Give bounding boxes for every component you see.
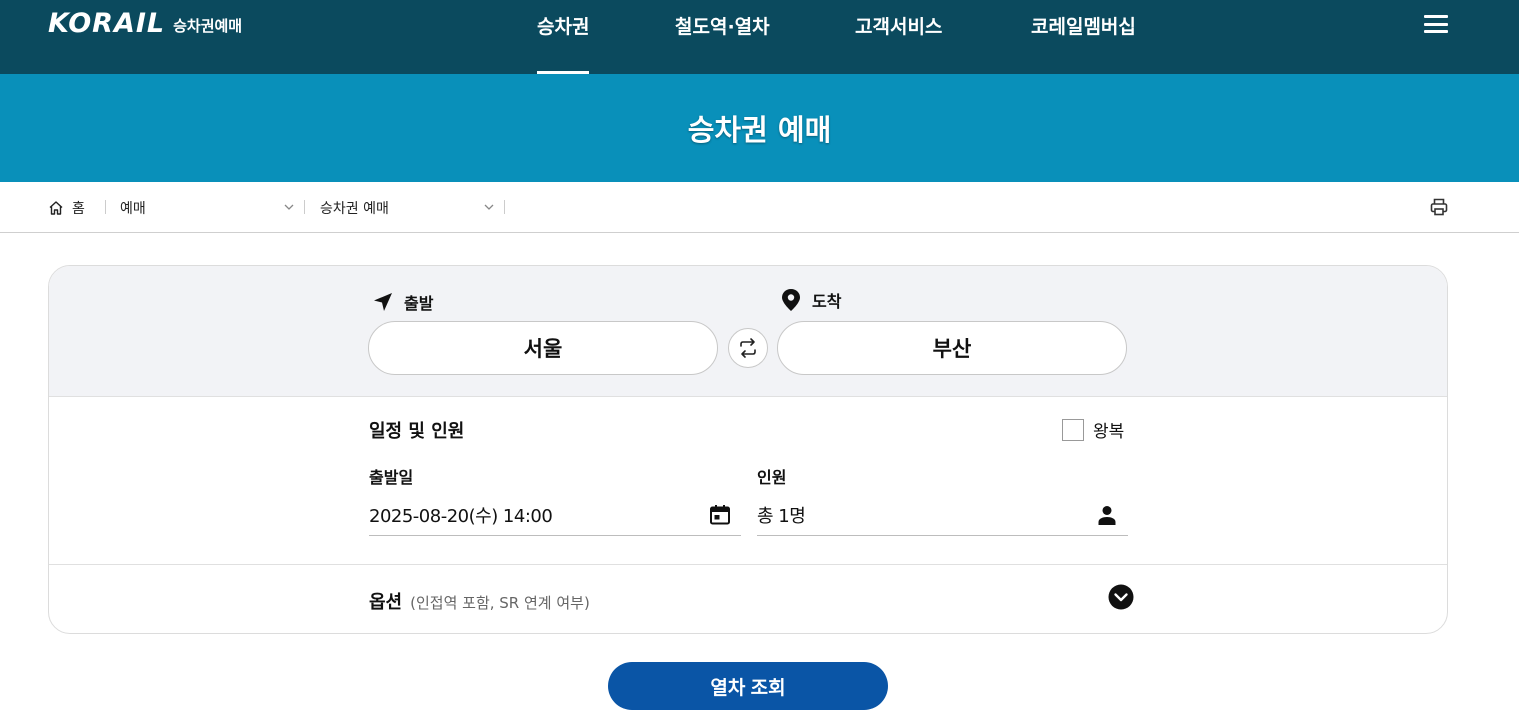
arrival-label: 도착 — [812, 292, 842, 311]
breadcrumb-dropdown-level2[interactable]: 승차권 예매 — [320, 198, 389, 218]
nav-item-membership[interactable]: 코레일멤버십 — [1031, 12, 1136, 39]
options-toggle[interactable]: 옵션 (인접역 포함, SR 연계 여부) — [369, 588, 590, 614]
departure-date-value: 2025-08-20(수) 14:00 — [369, 505, 553, 527]
passenger-value: 총 1명 — [757, 505, 806, 527]
breadcrumb-divider — [504, 200, 505, 214]
arrival-label-group: 도착 — [780, 288, 841, 312]
departure-label: 출발 — [404, 294, 434, 313]
options-label: 옵션 — [369, 592, 403, 613]
page-title-band: 승차권 예매 — [0, 74, 1519, 182]
swap-icon — [740, 338, 756, 358]
nav-item-tickets[interactable]: 승차권 — [537, 12, 590, 74]
ticket-search-card: 출발 서울 도착 부산 일정 및 인원 왕복 출발일 2025-08-20(수)… — [48, 265, 1448, 634]
options-divider — [49, 564, 1447, 565]
navigation-arrow-icon — [374, 293, 392, 311]
home-icon — [49, 201, 63, 215]
hamburger-icon[interactable] — [1424, 15, 1448, 33]
departure-date-field[interactable]: 2025-08-20(수) 14:00 — [369, 494, 741, 536]
search-trains-button[interactable]: 열차 조회 — [608, 662, 888, 710]
route-selection-panel: 출발 서울 도착 부산 — [49, 266, 1447, 397]
location-pin-icon — [782, 289, 800, 311]
departure-label-group: 출발 — [372, 290, 433, 314]
chevron-down-circle-icon[interactable] — [1108, 584, 1134, 610]
breadcrumb-home-label: 홈 — [72, 201, 85, 217]
breadcrumb-divider — [105, 200, 106, 214]
nav-item-stations-trains[interactable]: 철도역·열차 — [675, 12, 770, 39]
roundtrip-toggle[interactable]: 왕복 — [1062, 417, 1124, 442]
roundtrip-label: 왕복 — [1093, 422, 1125, 442]
page-title: 승차권 예매 — [687, 113, 832, 147]
top-navigation-bar: KORAIL 승차권예매 승차권 철도역·열차 고객서비스 코레일멤버십 — [0, 0, 1519, 74]
swap-stations-button[interactable] — [728, 328, 768, 368]
nav-item-customer-service[interactable]: 고객서비스 — [855, 12, 942, 39]
chevron-down-icon[interactable] — [283, 201, 295, 213]
arrival-station-button[interactable]: 부산 — [777, 321, 1127, 375]
schedule-passenger-title: 일정 및 인원 — [369, 421, 465, 442]
chevron-down-icon[interactable] — [483, 201, 495, 213]
breadcrumb-divider — [304, 200, 305, 214]
breadcrumb-dropdown-level1[interactable]: 예매 — [120, 198, 146, 218]
breadcrumb-home[interactable]: 홈 — [48, 198, 85, 218]
departure-station-button[interactable]: 서울 — [368, 321, 718, 375]
person-icon[interactable] — [1096, 504, 1118, 526]
passenger-field[interactable]: 총 1명 — [757, 494, 1128, 536]
calendar-icon[interactable] — [709, 504, 731, 526]
departure-date-label: 출발일 — [369, 468, 414, 487]
passenger-label: 인원 — [757, 468, 787, 487]
options-hint: (인접역 포함, SR 연계 여부) — [410, 594, 590, 612]
roundtrip-checkbox[interactable] — [1062, 418, 1084, 441]
print-icon[interactable] — [1429, 197, 1449, 217]
main-nav: 승차권 철도역·열차 고객서비스 코레일멤버십 — [0, 0, 1519, 74]
breadcrumb: 홈 예매 승차권 예매 — [0, 182, 1519, 233]
